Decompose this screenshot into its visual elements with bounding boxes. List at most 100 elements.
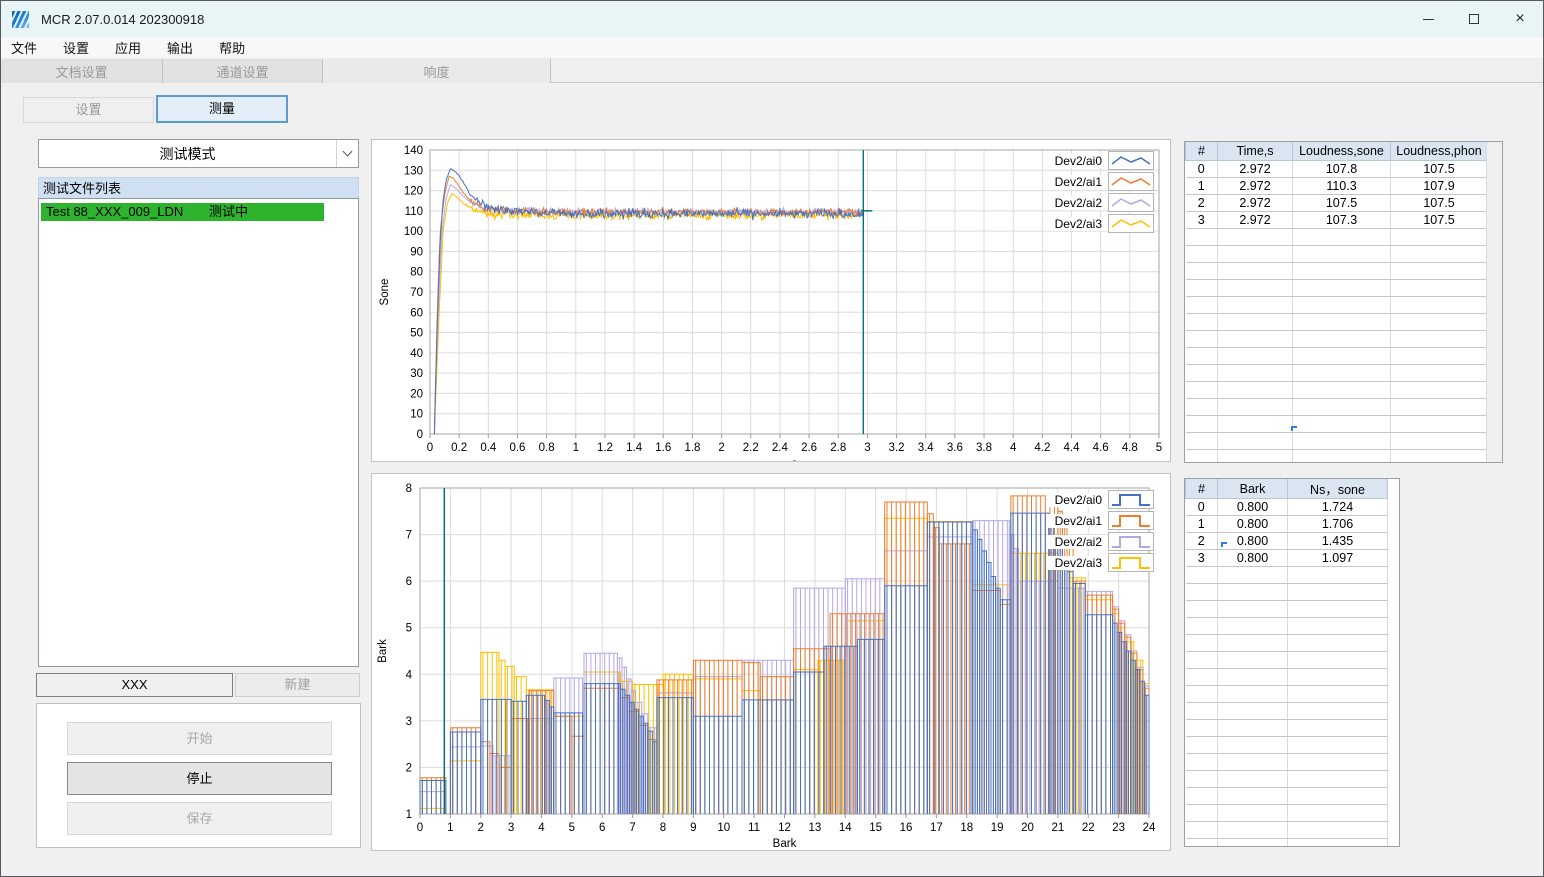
table-cell[interactable]: 0 [1185,498,1218,516]
table-row-empty[interactable] [1185,634,1388,652]
minimize-button[interactable] [1405,1,1451,37]
table-row-empty[interactable] [1185,736,1388,754]
table-row-empty[interactable] [1185,279,1488,297]
table-row-empty[interactable] [1185,583,1388,601]
table-row-empty[interactable] [1185,668,1388,686]
table-cell[interactable]: 0.800 [1217,532,1288,550]
table-cell[interactable]: 2.972 [1217,160,1293,178]
menu-settings[interactable]: 设置 [53,38,99,57]
table-cell[interactable]: 107.5 [1292,194,1391,212]
test-file-listbox[interactable]: Test 88_XXX_009_LDN 测试中 [38,198,359,667]
table-row-empty[interactable] [1185,432,1488,450]
column-header[interactable]: Loudness,phon [1390,142,1488,161]
menu-output[interactable]: 输出 [157,38,203,57]
column-header[interactable]: # [1185,142,1218,161]
table-cell[interactable]: 0.800 [1217,515,1288,533]
xxx-button[interactable]: XXX [36,673,233,697]
table-row[interactable]: 0 2.972 107.8 107.5 [1185,160,1488,178]
table-cell[interactable]: 2.972 [1217,211,1293,229]
table-row-empty[interactable] [1185,415,1488,433]
close-button[interactable]: × [1497,1,1543,37]
table-row-empty[interactable] [1185,330,1488,348]
column-header[interactable]: # [1185,479,1218,499]
table-cell[interactable]: 110.3 [1292,177,1391,195]
table-row-empty[interactable] [1185,296,1488,314]
table-cell[interactable]: 107.8 [1292,160,1391,178]
save-button[interactable]: 保存 [67,802,332,835]
table-cell[interactable]: 2 [1185,532,1218,550]
tab-loudness[interactable]: 响度 [323,59,551,83]
table-row[interactable]: 1 0.800 1.706 [1185,515,1388,533]
table-row-empty[interactable] [1185,719,1388,737]
table-cell[interactable]: 107.5 [1390,211,1488,229]
table-row-empty[interactable] [1185,617,1388,635]
stop-button[interactable]: 停止 [67,762,332,795]
table-cell[interactable]: 0.800 [1217,549,1288,567]
table-row-empty[interactable] [1185,651,1388,669]
svg-text:0: 0 [417,822,423,834]
table-cell[interactable]: 1.435 [1287,532,1388,550]
table-cell[interactable]: 1.724 [1287,498,1388,516]
dropdown-arrow-box[interactable] [336,140,358,167]
table-row[interactable]: 0 0.800 1.724 [1185,498,1388,516]
table-cell[interactable]: 2 [1185,194,1218,212]
table-row[interactable]: 2 2.972 107.5 107.5 [1185,194,1488,212]
menu-apply[interactable]: 应用 [105,38,151,57]
menu-help[interactable]: 帮助 [209,38,255,57]
table-cell[interactable]: 0 [1185,160,1218,178]
column-header[interactable]: Ns，sone [1287,479,1388,499]
table-cell[interactable]: 2.972 [1217,177,1293,195]
table-cell [1185,432,1218,450]
table-row-empty[interactable] [1185,313,1488,331]
table-row-empty[interactable] [1185,804,1388,822]
table-row-empty[interactable] [1185,381,1488,399]
table-cell[interactable]: 1 [1185,515,1218,533]
table-row-empty[interactable] [1185,245,1488,263]
table-row[interactable]: 2 0.800 1.435 [1185,532,1388,550]
table-cell[interactable]: 1.097 [1287,549,1388,567]
table-cell[interactable]: 2.972 [1217,194,1293,212]
column-header[interactable]: Loudness,sone [1292,142,1391,161]
table-row-empty[interactable] [1185,364,1488,382]
scrollbar-track[interactable] [1486,142,1502,462]
table-cell[interactable]: 0.800 [1217,498,1288,516]
table-cell[interactable]: 107.5 [1390,194,1488,212]
menu-file[interactable]: 文件 [1,38,47,57]
table-cell[interactable]: 1.706 [1287,515,1388,533]
subtab-settings[interactable]: 设置 [23,97,154,123]
table-row[interactable]: 1 2.972 110.3 107.9 [1185,177,1488,195]
new-button[interactable]: 新建 [235,673,360,697]
table-row-empty[interactable] [1185,449,1488,462]
test-mode-dropdown[interactable]: 测试模式 [38,139,359,168]
table-row-empty[interactable] [1185,702,1388,720]
svg-text:5: 5 [1156,442,1162,454]
start-button[interactable]: 开始 [67,722,332,755]
table-cell[interactable]: 107.3 [1292,211,1391,229]
table-row-empty[interactable] [1185,566,1388,584]
table-cell[interactable]: 3 [1185,549,1218,567]
table-cell[interactable]: 107.9 [1390,177,1488,195]
table-cell[interactable]: 1 [1185,177,1218,195]
subtab-measure[interactable]: 测量 [156,95,288,123]
table-row-empty[interactable] [1185,787,1388,805]
table-row[interactable]: 3 0.800 1.097 [1185,549,1388,567]
column-header[interactable]: Time,s [1217,142,1293,161]
table-row-empty[interactable] [1185,770,1388,788]
column-header[interactable]: Bark [1217,479,1288,499]
tab-document-settings[interactable]: 文档设置 [1,59,163,83]
table-row-empty[interactable] [1185,228,1488,246]
table-row-empty[interactable] [1185,398,1488,416]
table-row-empty[interactable] [1185,685,1388,703]
table-row-empty[interactable] [1185,347,1488,365]
table-row-empty[interactable] [1185,821,1388,839]
table-row[interactable]: 3 2.972 107.3 107.5 [1185,211,1488,229]
list-item-active[interactable]: Test 88_XXX_009_LDN 测试中 [41,203,324,221]
tab-channel-settings[interactable]: 通道设置 [163,59,323,83]
table-cell[interactable]: 3 [1185,211,1218,229]
table-cell[interactable]: 107.5 [1390,160,1488,178]
table-row-empty[interactable] [1185,753,1388,771]
table-row-empty[interactable] [1185,838,1388,846]
maximize-button[interactable] [1451,1,1497,37]
table-row-empty[interactable] [1185,600,1388,618]
table-row-empty[interactable] [1185,262,1488,280]
